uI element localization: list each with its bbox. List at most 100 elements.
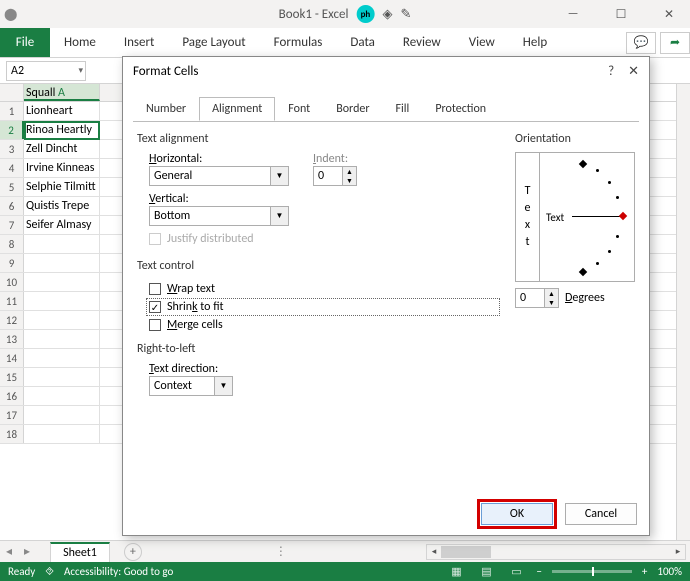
add-sheet-button[interactable]: + [124,543,142,561]
cell[interactable] [24,235,100,253]
close-button[interactable]: ✕ [652,3,686,25]
cell[interactable] [24,273,100,291]
sheet-nav-prev[interactable]: ◂ [0,544,18,559]
tab-data[interactable]: Data [336,28,389,57]
tab-review[interactable]: Review [389,28,455,57]
vertical-scrollbar[interactable] [676,84,690,541]
dlg-tab-number[interactable]: Number [133,97,199,121]
orientation-vertical-text: T e x t [525,183,531,250]
tab-help[interactable]: Help [509,28,561,57]
minimize-button[interactable]: — [556,3,590,25]
row-header[interactable]: 16 [0,387,24,405]
sheet-nav-next[interactable]: ▸ [18,544,36,559]
row-header[interactable]: 4 [0,159,24,177]
row-header[interactable]: 13 [0,330,24,348]
row-header[interactable]: 14 [0,349,24,367]
dlg-tab-fill[interactable]: Fill [383,97,423,121]
tab-page-layout[interactable]: Page Layout [168,28,259,57]
cell[interactable] [24,349,100,367]
label-vertical: Vertical: [149,192,289,206]
help-button[interactable]: ? [608,64,614,79]
view-normal-icon[interactable]: ▦ [446,565,466,579]
horizontal-scrollbar[interactable]: ◂▸ [426,544,686,560]
chevron-down-icon: ▼ [270,207,288,225]
cell[interactable] [24,406,100,424]
spin-degrees[interactable]: 0▲▼ [515,288,559,308]
dlg-tab-font[interactable]: Font [275,97,323,121]
tab-home[interactable]: Home [50,28,110,57]
share-button[interactable]: ➦ [660,32,690,54]
combo-horizontal[interactable]: General▼ [149,166,289,186]
cell[interactable]: Rinoa Heartly [24,121,100,139]
row-header[interactable]: 18 [0,425,24,443]
cell[interactable]: Irvine Kinneas [24,159,100,177]
dlg-tab-border[interactable]: Border [323,97,382,121]
view-page-layout-icon[interactable]: ▤ [476,565,496,579]
account-badge-icon: ph [356,5,374,23]
row-header[interactable]: 12 [0,311,24,329]
row-header[interactable]: 15 [0,368,24,386]
tab-formulas[interactable]: Formulas [260,28,337,57]
group-text-control: Text control [137,257,499,279]
qat: ⬤ [4,7,54,22]
row-header[interactable]: 3 [0,140,24,158]
diamond-icon: ◈ [382,7,392,22]
cell[interactable] [24,368,100,386]
dialog-title-bar[interactable]: Format Cells ? ✕ [123,57,649,85]
cell[interactable] [24,254,100,272]
row-header[interactable]: 1 [0,102,24,120]
cell[interactable] [24,311,100,329]
status-accessibility[interactable]: Accessibility: Good to go [64,565,173,578]
comments-button[interactable]: 💬 [626,32,656,54]
cancel-button[interactable]: Cancel [565,503,637,525]
row-header[interactable]: 9 [0,254,24,272]
zoom-level[interactable]: 100% [657,565,682,578]
cell[interactable] [24,387,100,405]
row-header[interactable]: 10 [0,273,24,291]
combo-text-direction[interactable]: Context▼ [149,376,233,396]
cell[interactable]: Selphie Tilmitt [24,178,100,196]
cell[interactable]: Zell Dincht [24,140,100,158]
ok-button[interactable]: OK [481,503,553,525]
maximize-button[interactable]: ☐ [604,3,638,25]
tab-view[interactable]: View [455,28,509,57]
orientation-control[interactable]: T e x t Text [515,152,635,282]
row-header[interactable]: 17 [0,406,24,424]
cell[interactable]: Seifer Almasy [24,216,100,234]
spin-indent[interactable]: 0▲▼ [313,166,357,186]
cell[interactable] [24,330,100,348]
zoom-slider[interactable] [552,570,632,573]
row-header[interactable]: 7 [0,216,24,234]
sheet-tab[interactable]: Sheet1 [50,542,110,562]
checkbox-shrink-to-fit[interactable]: ✓Shrink to fit [147,299,499,315]
combo-vertical[interactable]: Bottom▼ [149,206,289,226]
dlg-tab-alignment[interactable]: Alignment [199,97,275,121]
cell[interactable] [24,292,100,310]
dlg-tab-protection[interactable]: Protection [422,97,499,121]
name-box[interactable]: A2▾ [6,61,86,81]
label-indent: Indent: [313,152,357,166]
checkbox-merge-cells[interactable]: Merge cells [149,318,499,332]
row-header[interactable]: 11 [0,292,24,310]
tab-file[interactable]: File [0,28,50,57]
row-header[interactable]: 6 [0,197,24,215]
dialog-close-button[interactable]: ✕ [628,64,639,79]
zoom-out-button[interactable]: − [536,565,541,578]
chevron-down-icon: ▼ [214,377,232,395]
view-page-break-icon[interactable]: ▭ [506,565,526,579]
cell[interactable]: Lionheart [24,102,100,120]
format-cells-dialog: Format Cells ? ✕ Number Alignment Font B… [122,56,650,536]
row-header[interactable]: 2 [0,121,24,139]
checkbox-wrap-text[interactable]: Wrap text [149,282,499,296]
tab-insert[interactable]: Insert [110,28,169,57]
group-right-to-left: Right-to-left [137,340,499,362]
app-title: Book1 - Excel ph ◈ ✎ [279,5,412,23]
row-header[interactable]: 5 [0,178,24,196]
status-ready: Ready [8,565,35,578]
orientation-handle[interactable] [619,212,627,220]
cell[interactable]: Quistis Trepe [24,197,100,215]
select-all-corner[interactable] [0,84,24,101]
cell[interactable] [24,425,100,443]
row-header[interactable]: 8 [0,235,24,253]
zoom-in-button[interactable]: + [642,565,647,578]
